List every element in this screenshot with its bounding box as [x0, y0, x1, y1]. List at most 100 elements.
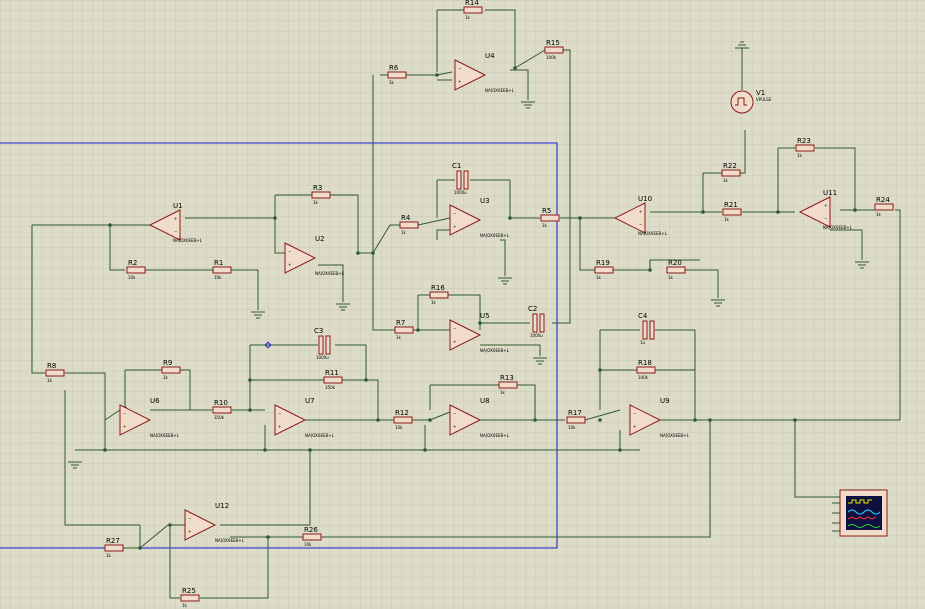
opamp-ref: U2 [315, 235, 325, 243]
opamp-part: NA[OX0EEB+L [485, 88, 515, 93]
pin-sign: + [458, 79, 461, 84]
junction-dot [416, 328, 420, 332]
capacitor-ref: C1 [452, 162, 461, 170]
resistor-ref: R17 [568, 409, 582, 417]
junction-dot [513, 66, 517, 70]
pin-sign: + [288, 262, 291, 267]
resistor-ref: R23 [797, 137, 811, 145]
pin-sign: + [453, 339, 456, 344]
resistor-value: 1k [465, 15, 471, 20]
resistor-value: 10k [568, 425, 576, 430]
resistor-ref: R15 [546, 39, 560, 47]
schematic[interactable]: + − U1 NA[OX0EEB+L − + U2 NA[OX0EEB+L − + U3 NA[OX0… [0, 0, 925, 609]
resistor-value: 350k [325, 385, 336, 390]
opamp-part: NA[OX0EEB+L [305, 433, 335, 438]
resistor-value: 1k [500, 390, 506, 395]
resistor-value: 10k [304, 542, 312, 547]
resistor-ref: R20 [668, 259, 682, 267]
resistor-ref: R24 [876, 196, 890, 204]
pin-sign: + [639, 209, 642, 214]
opamp-part: NA[OX0EEB+L [480, 233, 510, 238]
junction-dot [648, 268, 652, 272]
opamp-part: NA[OX0EEB+L [480, 433, 510, 438]
opamp-part: NA[OX0EEB+L [173, 238, 203, 243]
resistor-value: 1k [106, 553, 112, 558]
junction-dot [308, 448, 312, 452]
resistor-value: 100k [546, 55, 557, 60]
junction-dot [776, 210, 780, 214]
resistor-value: 1k [401, 230, 407, 235]
pin-sign: − [633, 411, 636, 416]
resistor-ref: R22 [723, 162, 737, 170]
junction-dot [693, 418, 697, 422]
resistor-value: 1k [396, 335, 402, 340]
resistor-value: 1k [668, 275, 674, 280]
pin-sign: + [174, 216, 177, 221]
junction-dot [708, 418, 712, 422]
junction-dot [533, 418, 537, 422]
resistor-ref: R4 [401, 214, 411, 222]
pin-sign: − [458, 66, 461, 71]
opamp-ref: U5 [480, 312, 490, 320]
oscilloscope[interactable] [839, 489, 888, 537]
grid [0, 0, 925, 609]
junction-dot [508, 216, 512, 220]
opamp-ref: U7 [305, 397, 315, 405]
junction-dot [248, 378, 252, 382]
resistor-ref: R14 [465, 0, 479, 7]
resistor-ref: R6 [389, 64, 399, 72]
pin-sign: − [278, 411, 281, 416]
pin-sign: + [123, 424, 126, 429]
capacitor-value: 1000u [530, 333, 543, 338]
resistor-value: 1k [724, 217, 730, 222]
pin-sign: − [453, 326, 456, 331]
resistor-value: 1k [797, 153, 803, 158]
resistor-ref: R10 [214, 399, 228, 407]
resistor-value: 10k [128, 275, 136, 280]
junction-dot [356, 251, 360, 255]
junction-dot [853, 208, 857, 212]
capacitor-ref: C4 [638, 312, 648, 320]
resistor-value: 1k [389, 80, 395, 85]
resistor-value: 350k [214, 415, 225, 420]
resistor-ref: R12 [395, 409, 409, 417]
opamp-ref: U8 [480, 397, 490, 405]
resistor-value: 10k [395, 425, 403, 430]
resistor-ref: R26 [304, 526, 318, 534]
junction-dot [371, 251, 375, 255]
opamp-ref: U6 [150, 397, 160, 405]
resistor-ref: R25 [182, 587, 196, 595]
resistor-ref: R1 [214, 259, 223, 267]
opamp-part: NA[OX0EEB+L [823, 225, 853, 230]
opamp-part: NA[OX0EEB+L [480, 348, 510, 353]
junction-dot [618, 448, 622, 452]
opamp-ref: U3 [480, 197, 490, 205]
resistor-value: 100k [638, 375, 649, 380]
v1-ref: V1 [756, 89, 765, 97]
resistor-value: 10k [214, 275, 222, 280]
capacitor-value: 1u [640, 340, 646, 345]
resistor-value: 1k [182, 603, 188, 608]
opamp-ref: U12 [215, 502, 229, 510]
opamp-ref: U9 [660, 397, 670, 405]
junction-dot [701, 210, 705, 214]
resistor-ref: R27 [106, 537, 120, 545]
resistor-value: 1k [431, 300, 437, 305]
junction-dot [108, 223, 112, 227]
resistor-value: 1k [876, 212, 882, 217]
resistor-value: 1k [47, 378, 53, 383]
schematic-canvas[interactable]: + − U1 NA[OX0EEB+L − + U2 NA[OX0EEB+L − + U3 NA[OX0… [0, 0, 925, 609]
pin-sign: − [639, 222, 642, 227]
resistor-ref: R2 [128, 259, 137, 267]
junction-dot [266, 535, 270, 539]
resistor-ref: R8 [47, 362, 56, 370]
capacitor-value: 1000u [454, 190, 467, 195]
junction-dot [138, 546, 142, 550]
resistor-value: 1k [542, 223, 548, 228]
junction-dot [103, 448, 107, 452]
junction-dot [435, 73, 439, 77]
resistor-value: 1k [313, 200, 319, 205]
pin-sign: − [188, 516, 191, 521]
opamp-part: NA[OX0EEB+L [150, 433, 180, 438]
capacitor-value: 1000u [316, 355, 329, 360]
